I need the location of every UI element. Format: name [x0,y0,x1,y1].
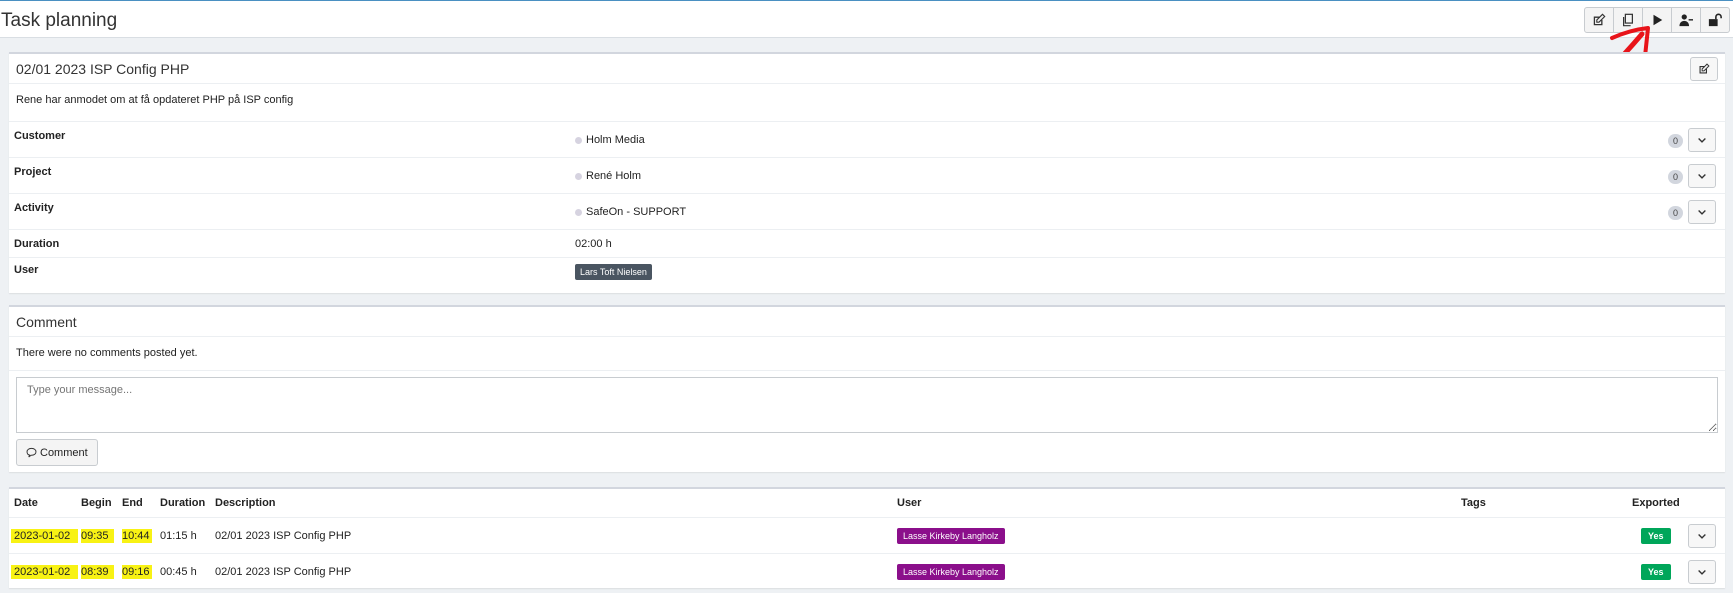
project-label: Project [14,166,52,178]
customer-value-wrap: Holm Media [575,134,645,146]
row-date: 2023-01-02 [11,528,79,543]
activity-row: Activity SafeOn - SUPPORT 0 [9,194,1725,230]
chevron-down-icon [1698,210,1706,215]
duration-row: Duration 02:00 h [9,230,1725,258]
comment-message-input[interactable] [16,377,1718,433]
edit-button[interactable] [1584,7,1614,33]
task-description: Rene har anmodet om at få opdateret PHP … [9,84,1725,122]
unassign-user-button[interactable] [1671,7,1701,33]
start-button[interactable] [1642,7,1672,33]
activity-label: Activity [14,202,54,214]
user-label: User [14,264,39,276]
row-description: 02/01 2023 ISP Config PHP [215,529,352,542]
unlock-button[interactable] [1700,7,1730,33]
chevron-down-icon [1698,174,1706,179]
chevron-down-icon [1698,138,1706,143]
col-exported: Exported [1632,497,1680,509]
play-icon [1653,14,1663,26]
task-title: 02/01 2023 ISP Config PHP [16,60,190,77]
customer-dropdown-button[interactable] [1688,128,1716,152]
status-dot [575,208,582,216]
row-duration: 00:45 h [160,566,197,578]
col-date: Date [14,497,38,509]
task-header: 02/01 2023 ISP Config PHP [9,54,1725,84]
col-end: End [122,497,143,509]
table-row: 2023-01-02 08:39 09:16 00:45 h 02/01 202… [9,554,1725,590]
row-end: 10:44 [122,528,152,543]
customer-value: Holm Media [586,134,645,146]
table-header: Date Begin End Duration Description User… [9,489,1725,518]
project-count-badge: 0 [1667,170,1683,184]
page-title: Task planning [1,10,118,31]
project-value-wrap: René Holm [575,170,641,182]
top-bar: Task planning [0,0,1733,38]
row-duration: 01:15 h [160,529,197,542]
speech-bubble-icon [26,447,37,458]
col-user: User [897,497,922,509]
table-row: 2023-01-02 09:35 10:44 01:15 h 02/01 202… [9,518,1725,554]
activity-value: SafeOn - SUPPORT [586,206,687,218]
row-actions-button[interactable] [1688,560,1716,584]
row-begin: 08:39 [81,565,114,579]
row-description: 02/01 2023 ISP Config PHP [215,566,352,578]
timesheet-card: Date Begin End Duration Description User… [9,487,1725,588]
col-begin: Begin [81,497,112,509]
activity-count-badge: 0 [1667,206,1683,220]
status-dot [575,136,582,144]
col-description: Description [215,497,276,509]
chevron-down-icon [1698,570,1706,575]
col-duration: Duration [160,497,206,509]
edit-task-button[interactable] [1690,56,1718,81]
comment-header: Comment [9,307,1725,337]
comment-button-label: Comment [40,446,88,459]
task-details-card: 02/01 2023 ISP Config PHP Rene har anmod… [9,52,1725,293]
row-date: 2023-01-02 [11,565,79,579]
user-minus-icon [1679,14,1693,27]
copy-icon [1623,13,1633,27]
assigned-user-badge: Lars Toft Nielsen [575,264,652,280]
customer-row: Customer Holm Media 0 [9,122,1725,158]
project-dropdown-button[interactable] [1688,164,1716,188]
row-user-badge: Lasse Kirkeby Langholz [897,527,1005,544]
customer-count-badge: 0 [1667,134,1683,148]
row-begin: 09:35 [81,528,114,543]
customer-label: Customer [14,130,66,142]
chevron-down-icon [1698,534,1706,539]
row-end: 09:16 [122,565,152,579]
activity-value-wrap: SafeOn - SUPPORT [575,206,686,218]
row-actions-button[interactable] [1688,524,1716,548]
user-value-wrap: Lars Toft Nielsen [575,264,652,280]
duration-label: Duration [14,238,60,250]
comment-submit-button[interactable]: Comment [16,439,98,466]
copy-button[interactable] [1613,7,1643,33]
comment-title: Comment [16,313,77,330]
edit-icon [1593,13,1606,26]
project-row: Project René Holm 0 [9,158,1725,194]
edit-icon [1699,62,1710,73]
no-comments-text: There were no comments posted yet. [9,337,1725,371]
row-user-badge: Lasse Kirkeby Langholz [897,564,1005,580]
project-value: René Holm [586,170,642,182]
user-row: User Lars Toft Nielsen [9,258,1725,286]
comment-card: Comment There were no comments posted ye… [9,305,1725,472]
exported-badge: Yes [1641,527,1671,544]
activity-dropdown-button[interactable] [1688,200,1716,224]
exported-badge: Yes [1641,564,1671,580]
status-dot [575,172,582,180]
duration-value: 02:00 h [575,238,612,250]
unlock-icon [1708,13,1722,27]
toolbar [1584,7,1730,33]
col-tags: Tags [1461,497,1486,509]
